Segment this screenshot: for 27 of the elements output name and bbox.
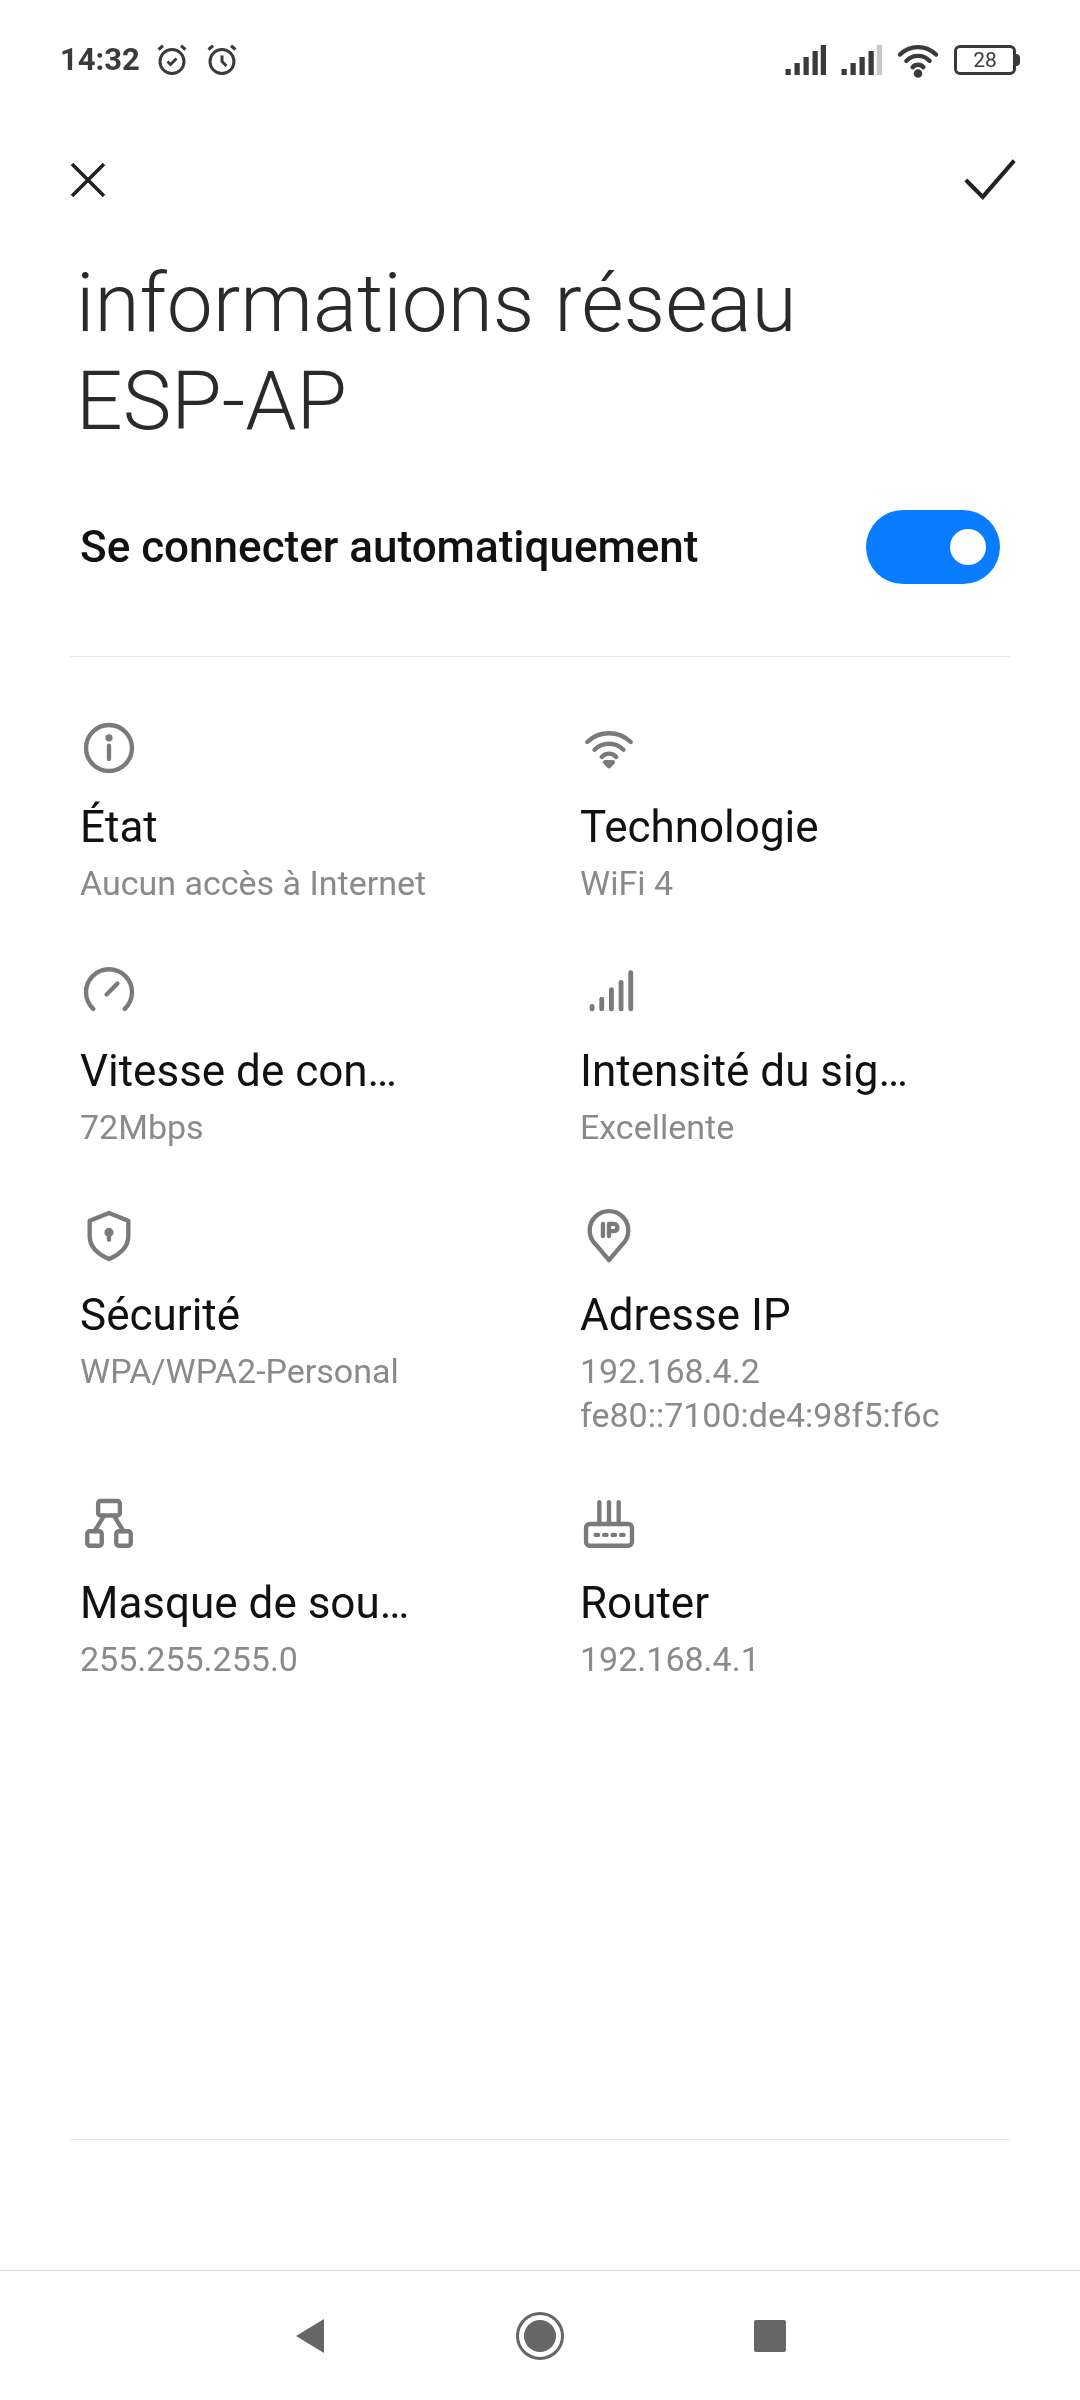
detail-value: WiFi 4 — [580, 862, 675, 905]
detail-value: 192.168.4.1 — [580, 1638, 761, 1681]
detail-value: fe80::7100:de4:98f5:f6c — [580, 1394, 941, 1437]
back-icon — [294, 2316, 326, 2355]
wifi-icon — [896, 42, 940, 78]
detail-value: Aucun accès à Internet — [80, 862, 428, 905]
home-icon — [515, 2310, 565, 2361]
detail-label: Technologie — [580, 800, 819, 855]
detail-value: 255.255.255.0 — [80, 1638, 299, 1681]
detail-label: État — [80, 800, 158, 855]
detail-label: Router — [580, 1576, 710, 1631]
signal-icon — [784, 45, 826, 75]
detail-label: Vitesse de con… — [80, 1044, 398, 1099]
page-title: informations réseau ESP-AP — [75, 254, 798, 450]
detail-label: Masque de sou… — [80, 1576, 410, 1631]
auto-connect-label: Se connecter automatiquement — [80, 520, 699, 575]
clock-time: 14:32 — [60, 39, 140, 80]
battery-level: 28 — [973, 49, 997, 71]
detail-label: Intensité du sig… — [580, 1044, 908, 1099]
detail-label: Adresse IP — [580, 1288, 791, 1343]
signal-icon — [840, 45, 882, 75]
detail-value: WPA/WPA2-Personal — [80, 1350, 400, 1393]
recents-icon — [753, 2318, 787, 2353]
detail-value: Excellente — [580, 1106, 736, 1149]
detail-value: 72Mbps — [80, 1106, 205, 1149]
detail-label: Sécurité — [80, 1288, 241, 1343]
detail-value: 192.168.4.2 — [580, 1350, 761, 1393]
